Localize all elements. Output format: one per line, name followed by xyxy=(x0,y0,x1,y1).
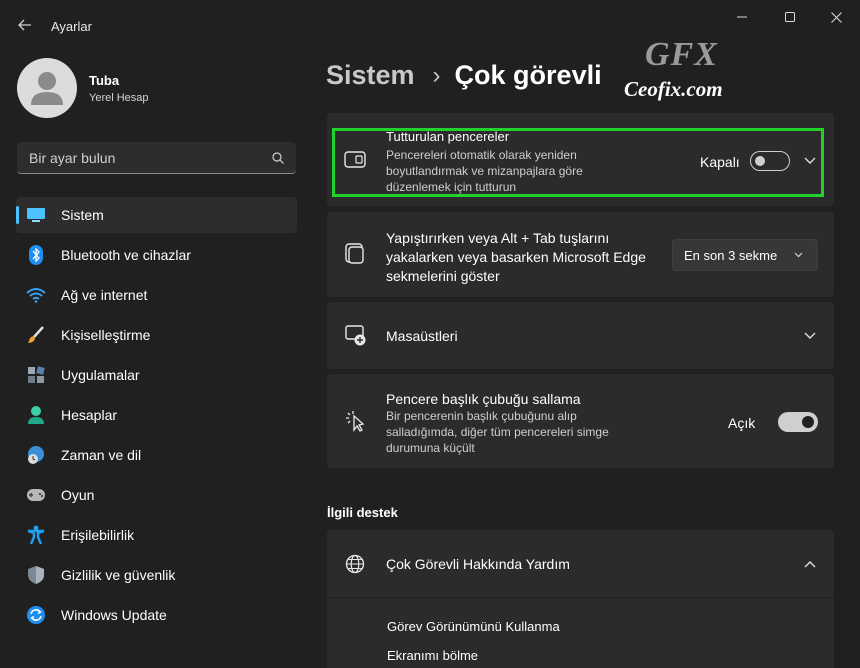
sidebar-item-privacy[interactable]: Gizlilik ve güvenlik xyxy=(16,557,297,593)
monitor-icon xyxy=(26,205,46,225)
sidebar-item-accounts[interactable]: Hesaplar xyxy=(16,397,297,433)
page-title: Çok görevli xyxy=(454,60,602,90)
breadcrumb-separator: › xyxy=(432,61,441,89)
help-title: Çok Görevli Hakkında Yardım xyxy=(386,556,570,572)
snap-windows-icon xyxy=(344,151,366,174)
alt-tab-card: Yapıştırırken veya Alt + Tab tuşlarını y… xyxy=(327,212,834,297)
close-icon xyxy=(830,11,842,23)
sidebar-item-time-language[interactable]: Zaman ve dil xyxy=(16,437,297,473)
chevron-up-icon xyxy=(804,561,816,568)
alt-tab-title-2: yakalarken veya basarken Microsoft Edge xyxy=(386,249,646,265)
snap-windows-card[interactable]: Tutturulan pencereler Pencereleri otomat… xyxy=(327,113,834,206)
help-header[interactable]: Çok Görevli Hakkında Yardım xyxy=(327,530,834,598)
shake-cursor-icon xyxy=(345,410,365,437)
snap-windows-title: Tutturulan pencereler xyxy=(386,129,510,144)
title-bar-shake-card: Pencere başlık çubuğu sallama Bir pencer… xyxy=(327,374,834,468)
search-input[interactable] xyxy=(27,148,261,168)
sidebar-item-windows-update[interactable]: Windows Update xyxy=(16,597,297,633)
active-indicator xyxy=(16,206,19,224)
sidebar-item-label: Bluetooth ve cihazlar xyxy=(61,247,191,263)
snap-windows-desc-2: boyutlandırmak ve mizanpajlara göre xyxy=(386,164,583,178)
chevron-down-icon[interactable] xyxy=(804,157,816,165)
breadcrumb: Sistem › Çok görevli xyxy=(326,60,602,91)
shield-icon xyxy=(26,565,46,585)
desktops-card[interactable]: Masaüstleri xyxy=(327,302,834,369)
snap-windows-toggle[interactable] xyxy=(750,151,790,171)
sidebar-item-label: Kişiselleştirme xyxy=(61,327,151,343)
sidebar-item-sistem[interactable]: Sistem xyxy=(16,197,297,233)
person-avatar-icon xyxy=(31,72,63,105)
sidebar-item-label: Sistem xyxy=(61,207,104,223)
accessibility-icon xyxy=(26,525,46,545)
tabs-icon xyxy=(345,243,365,270)
help-link-split-screen[interactable]: Ekranımı bölme xyxy=(387,648,478,663)
sidebar-item-label: Uygulamalar xyxy=(61,367,140,383)
shake-desc-3: durumuna küçült xyxy=(386,441,475,455)
sidebar-item-label: Ağ ve internet xyxy=(61,287,148,303)
sidebar-item-bluetooth[interactable]: Bluetooth ve cihazlar xyxy=(16,237,297,273)
snap-windows-desc-3: düzenlemek için tutturun xyxy=(386,180,517,194)
alt-tab-dropdown[interactable]: En son 3 sekme xyxy=(672,239,818,271)
sidebar-item-label: Zaman ve dil xyxy=(61,447,142,463)
window-title: Ayarlar xyxy=(51,19,92,34)
watermark-logo: GFX xyxy=(645,36,718,73)
bluetooth-icon xyxy=(26,245,46,265)
related-support-heading: İlgili destek xyxy=(327,505,398,520)
update-icon xyxy=(26,605,46,625)
sidebar-item-network[interactable]: Ağ ve internet xyxy=(16,277,297,313)
apps-icon xyxy=(26,365,46,385)
shake-toggle[interactable] xyxy=(778,412,818,432)
watermark-text: Ceofix.com xyxy=(624,77,723,101)
gamepad-icon xyxy=(26,485,46,505)
user-name: Tuba xyxy=(89,73,120,88)
back-button[interactable] xyxy=(14,14,36,36)
brush-icon xyxy=(26,325,46,345)
search-icon[interactable] xyxy=(272,152,284,164)
breadcrumb-parent[interactable]: Sistem xyxy=(326,60,415,91)
shake-desc-1: Bir pencerenin başlık çubuğunu alıp xyxy=(386,409,577,423)
close-button[interactable] xyxy=(813,0,859,34)
sidebar-item-label: Windows Update xyxy=(61,607,167,623)
desktop-add-icon xyxy=(345,325,367,352)
desktops-title: Masaüstleri xyxy=(386,328,458,344)
shake-desc-2: salladığımda, diğer tüm pencereleri simg… xyxy=(386,425,609,439)
help-card: Çok Görevli Hakkında Yardım Görev Görünü… xyxy=(327,530,834,668)
minimize-icon xyxy=(737,16,747,18)
shake-title: Pencere başlık çubuğu sallama xyxy=(386,391,581,407)
snap-windows-state: Kapalı xyxy=(700,154,740,170)
help-link-task-view[interactable]: Görev Görünümünü Kullanma xyxy=(387,619,560,634)
globe-clock-icon xyxy=(26,445,46,465)
sidebar-item-gaming[interactable]: Oyun xyxy=(16,477,297,513)
maximize-button[interactable] xyxy=(767,0,813,34)
chevron-down-icon xyxy=(794,252,803,258)
sidebar-item-label: Oyun xyxy=(61,487,95,503)
alt-tab-title-3: sekmelerini göster xyxy=(386,268,500,284)
chevron-down-icon[interactable] xyxy=(804,332,816,340)
alt-tab-title-1: Yapıştırırken veya Alt + Tab tuşlarını xyxy=(386,230,610,246)
person-icon xyxy=(26,405,46,425)
back-arrow-icon xyxy=(18,19,31,31)
sidebar-item-personalization[interactable]: Kişiselleştirme xyxy=(16,317,297,353)
globe-icon xyxy=(345,554,365,579)
sidebar-item-accessibility[interactable]: Erişilebilirlik xyxy=(16,517,297,553)
shake-state: Açık xyxy=(728,415,756,431)
maximize-icon xyxy=(785,12,795,22)
snap-windows-desc-1: Pencereleri otomatik olarak yeniden xyxy=(386,148,577,162)
search-box[interactable] xyxy=(17,142,296,174)
user-account-type: Yerel Hesap xyxy=(89,92,149,104)
avatar[interactable] xyxy=(17,58,77,118)
sidebar-item-label: Gizlilik ve güvenlik xyxy=(61,567,176,583)
sidebar-item-label: Hesaplar xyxy=(61,407,118,423)
sidebar-item-label: Erişilebilirlik xyxy=(61,527,135,543)
sidebar-item-apps[interactable]: Uygulamalar xyxy=(16,357,297,393)
alt-tab-dropdown-value: En son 3 sekme xyxy=(684,248,778,263)
minimize-button[interactable] xyxy=(719,0,765,34)
wifi-icon xyxy=(26,285,46,305)
